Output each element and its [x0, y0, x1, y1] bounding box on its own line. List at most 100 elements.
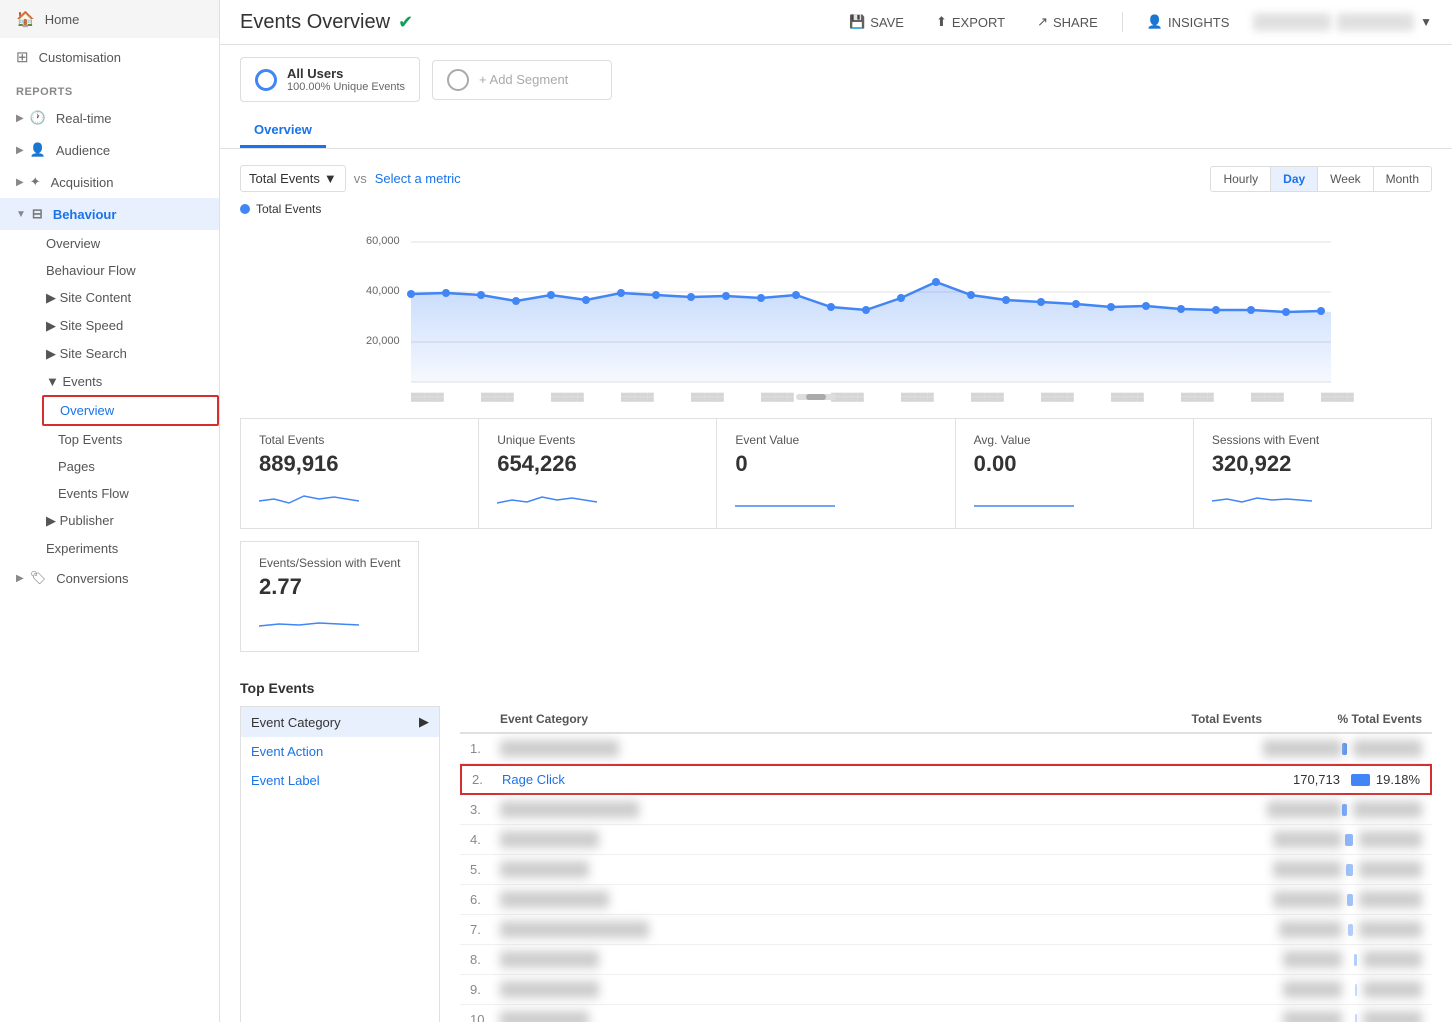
day-button[interactable]: Day: [1271, 167, 1318, 191]
arrow-icon: ▶: [419, 714, 429, 730]
sparkline-session: [259, 604, 359, 634]
sidebar-item-customisation[interactable]: ⊞ Customisation: [0, 38, 219, 76]
svg-text:▓▓▓▓▓: ▓▓▓▓▓: [691, 392, 724, 402]
topbar-actions: 💾 SAVE ⬆ EXPORT ↗ SHARE 👤 INSIGHTS blurr…: [841, 10, 1432, 34]
bar-fill: [1355, 984, 1357, 996]
nav-label: Event Category: [251, 715, 341, 730]
session-stat-container: Events/Session with Event 2.77: [220, 529, 1452, 664]
export-icon: ⬆: [936, 14, 947, 30]
chart-container: 60,000 40,000 20,000: [240, 222, 1432, 402]
expand-arrow-icon: ▼: [16, 209, 26, 220]
stat-value: 0: [735, 451, 936, 477]
sidebar-item-site-content[interactable]: ▶ Site Content: [30, 284, 219, 312]
stat-label: Sessions with Event: [1212, 433, 1413, 447]
segment-chip-sub: 100.00% Unique Events: [287, 81, 405, 93]
sidebar-item-site-speed[interactable]: ▶ Site Speed: [30, 312, 219, 340]
sidebar-item-realtime[interactable]: ▶ 🕐 Real-time: [0, 102, 219, 134]
bar-fill: [1345, 834, 1353, 846]
row-name-rage-click[interactable]: Rage Click: [502, 772, 1240, 787]
sidebar-item-behaviour-flow[interactable]: Behaviour Flow: [30, 257, 219, 284]
col-header-num: [470, 712, 500, 726]
sidebar-item-behaviour-overview[interactable]: Overview: [30, 230, 219, 257]
row-num: 3.: [470, 802, 500, 817]
bar-fill: [1342, 804, 1347, 816]
row-num: 2.: [472, 772, 502, 787]
export-button[interactable]: ⬆ EXPORT: [928, 10, 1013, 34]
row-name: hidden: [500, 892, 1242, 907]
segment-chip-label: All Users: [287, 66, 405, 81]
sidebar-item-pages[interactable]: Pages: [42, 453, 219, 480]
segment-chip-add[interactable]: + Add Segment: [432, 60, 612, 100]
sparkline-avg-value: [974, 481, 1074, 511]
nav-event-label[interactable]: Event Label: [241, 766, 439, 795]
save-icon: 💾: [849, 14, 865, 30]
row-num: 7.: [470, 922, 500, 937]
top-events-table: Event Category Total Events % Total Even…: [460, 706, 1432, 1022]
hourly-button[interactable]: Hourly: [1211, 167, 1271, 191]
nav-label: Event Label: [251, 773, 320, 788]
row-name: hidden: [500, 1012, 1242, 1022]
nav-event-action[interactable]: Event Action: [241, 737, 439, 766]
svg-text:▓▓▓▓▓: ▓▓▓▓▓: [1251, 392, 1284, 402]
sidebar-item-events-overview[interactable]: Overview: [42, 395, 219, 426]
row-total: hidden: [1242, 1012, 1342, 1022]
sidebar-item-label: Acquisition: [51, 175, 114, 190]
select-metric-link[interactable]: Select a metric: [375, 171, 461, 186]
divider: [1122, 12, 1123, 32]
bar-fill: [1347, 894, 1353, 906]
sidebar-item-publisher[interactable]: ▶ Publisher: [30, 507, 219, 535]
sidebar-item-events-flow[interactable]: Events Flow: [42, 480, 219, 507]
stat-value: 654,226: [497, 451, 698, 477]
share-label: SHARE: [1053, 15, 1098, 30]
stat-value: 0.00: [974, 451, 1175, 477]
expand-arrow-icon: ▶: [16, 573, 24, 584]
share-button[interactable]: ↗ SHARE: [1029, 10, 1106, 34]
row-pct: 19.18%: [1340, 772, 1420, 787]
svg-text:▓▓▓▓▓: ▓▓▓▓▓: [1321, 392, 1354, 402]
clock-icon: 🕐: [30, 110, 46, 126]
table-row: 10. hidden hidden hidden: [460, 1005, 1432, 1022]
save-button[interactable]: 💾 SAVE: [841, 10, 912, 34]
metric-select[interactable]: Total Events ▼: [240, 165, 346, 192]
stat-value: 889,916: [259, 451, 460, 477]
person-icon: 👤: [30, 142, 46, 158]
sparkline-event-value: [735, 481, 835, 511]
main-content: Events Overview ✔ 💾 SAVE ⬆ EXPORT ↗ SHAR…: [220, 0, 1452, 1022]
top-events-nav: Event Category ▶ Event Action Event Labe…: [240, 706, 440, 1022]
events-submenu: Overview Top Events Pages Events Flow: [30, 395, 219, 507]
bar-fill: [1346, 864, 1353, 876]
nav-event-category[interactable]: Event Category ▶: [241, 707, 439, 737]
table-row: 3. hidden hidden hidden: [460, 795, 1432, 825]
top-events-title: Top Events: [240, 680, 1432, 696]
row-name: hidden: [500, 832, 1242, 847]
row-name: hidden: [500, 802, 1242, 817]
svg-text:20,000: 20,000: [366, 335, 400, 347]
dropdown-icon[interactable]: ▼: [1420, 15, 1432, 29]
row-total: hidden: [1242, 741, 1342, 756]
sidebar-item-acquisition[interactable]: ▶ ✦ Acquisition: [0, 166, 219, 198]
row-num: 4.: [470, 832, 500, 847]
tab-overview[interactable]: Overview: [240, 114, 326, 148]
sidebar-item-events[interactable]: ▼ Events: [30, 368, 219, 395]
sidebar-item-conversions[interactable]: ▶ 🏷 Conversions: [0, 562, 219, 594]
week-button[interactable]: Week: [1318, 167, 1373, 191]
expand-arrow-icon: ▶: [16, 177, 24, 188]
segment-chip-allusers[interactable]: All Users 100.00% Unique Events: [240, 57, 420, 102]
sidebar-item-top-events[interactable]: Top Events: [42, 426, 219, 453]
bar-fill: [1342, 743, 1347, 755]
sidebar-item-audience[interactable]: ▶ 👤 Audience: [0, 134, 219, 166]
metric-select-label: Total Events: [249, 171, 320, 186]
sidebar-item-home[interactable]: 🏠 Home: [0, 0, 219, 38]
metric-controls: Total Events ▼ vs Select a metric: [240, 165, 461, 192]
session-stat-value: 2.77: [259, 574, 400, 600]
sidebar-item-experiments[interactable]: Experiments: [30, 535, 219, 562]
sidebar-item-behaviour[interactable]: ▼ ⊟ Behaviour: [0, 198, 219, 230]
chart-legend: Total Events: [240, 202, 1432, 216]
add-segment-label: + Add Segment: [479, 72, 568, 87]
sidebar-item-site-search[interactable]: ▶ Site Search: [30, 340, 219, 368]
insights-button[interactable]: 👤 INSIGHTS: [1139, 10, 1238, 34]
table-row: 1. hidden hidden hidden: [460, 734, 1432, 764]
segment-bar: All Users 100.00% Unique Events + Add Se…: [220, 45, 1452, 114]
month-button[interactable]: Month: [1374, 167, 1431, 191]
sidebar-reports-label: REPORTS: [0, 76, 219, 102]
